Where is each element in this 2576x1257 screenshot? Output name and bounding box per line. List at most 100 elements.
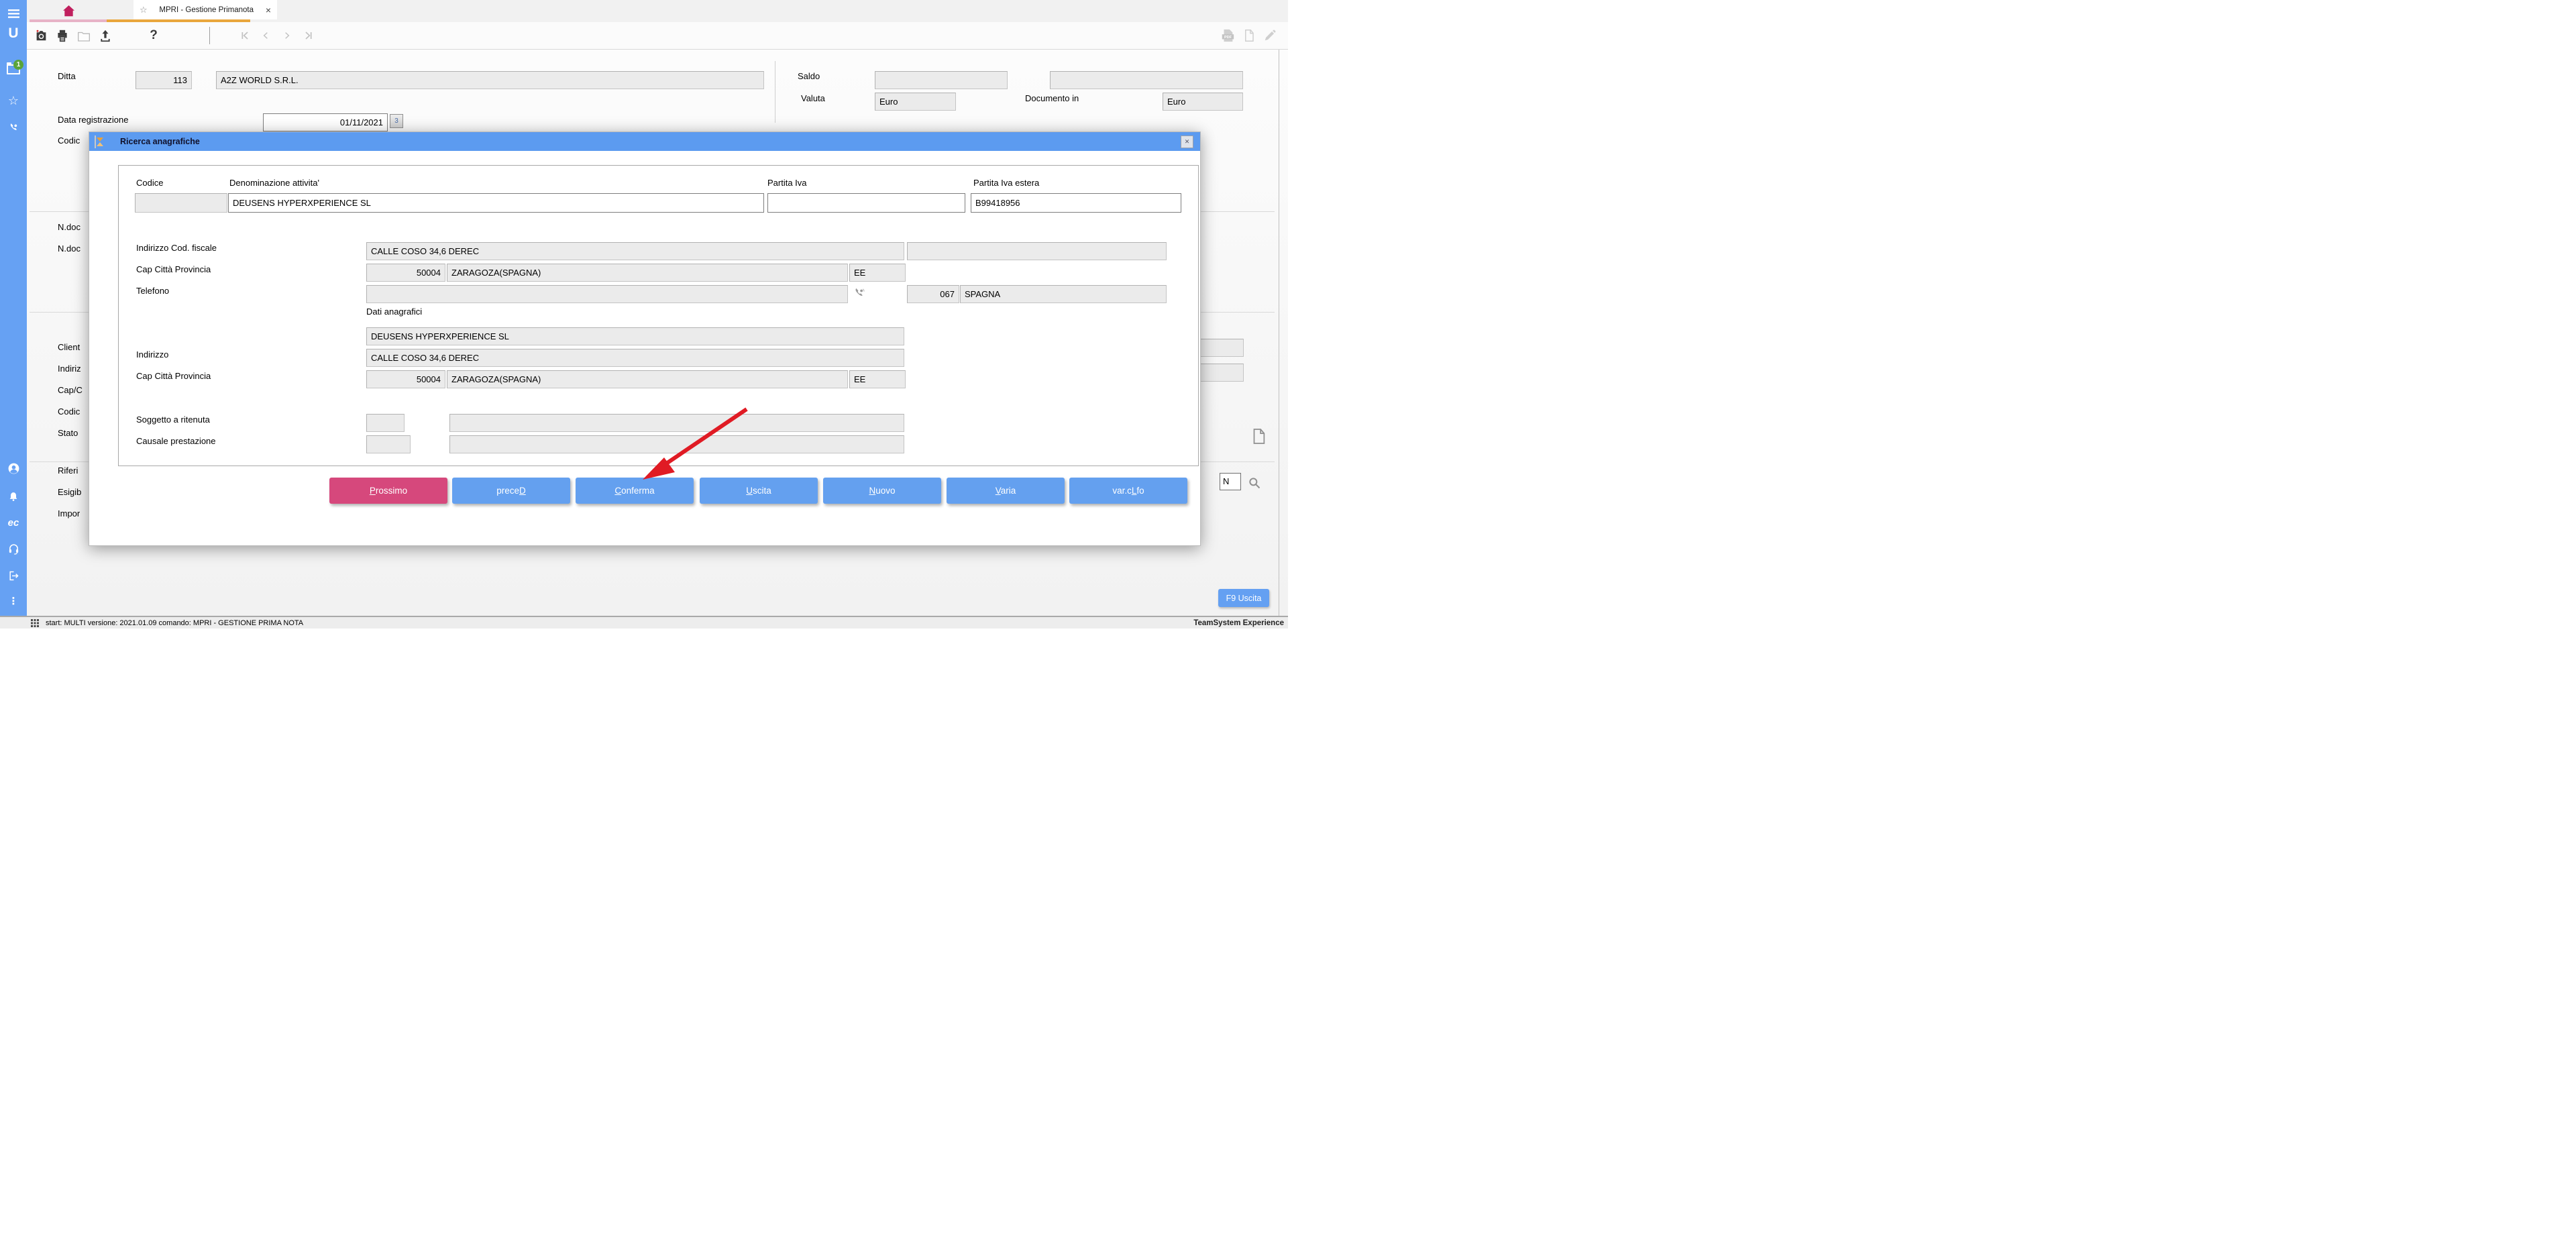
notifications-folder-icon[interactable]: 1 <box>0 62 27 76</box>
nav-next-icon[interactable] <box>278 22 297 49</box>
uscita-button[interactable]: Uscita <box>700 478 818 504</box>
tab-close-icon[interactable]: × <box>266 5 271 15</box>
hamburger-menu-icon[interactable] <box>0 7 27 20</box>
valuta-field[interactable]: Euro <box>875 93 956 111</box>
soggetto-descrizione-field[interactable] <box>449 414 904 432</box>
upload-export-icon[interactable] <box>96 22 115 49</box>
indirizzo-estero-field[interactable] <box>907 242 1167 260</box>
telefono-label: Telefono <box>136 286 169 296</box>
provincia-field[interactable]: EE <box>849 264 906 282</box>
nav-last-icon[interactable] <box>299 22 318 49</box>
export-pdf-icon[interactable]: PDF <box>1218 22 1237 49</box>
user-profile-icon[interactable] <box>0 461 27 475</box>
calendar-icon[interactable]: 3 <box>390 114 403 128</box>
soggetto-a-ritenuta-label: Soggetto a ritenuta <box>136 415 210 425</box>
partita-iva-field[interactable] <box>767 193 965 213</box>
indirizzo-label: Indirizzo <box>136 349 168 360</box>
bg-label-codice: Codic <box>58 135 80 146</box>
contact-phone-icon[interactable] <box>0 121 27 134</box>
home-button[interactable] <box>56 3 80 19</box>
nazione-field[interactable]: SPAGNA <box>960 285 1167 303</box>
nuovo-button[interactable]: Nuovo <box>823 478 941 504</box>
brand-label: TeamSystem Experience <box>1193 619 1284 627</box>
more-options-dots-icon[interactable]: ⋮ <box>0 594 27 608</box>
edit-pencil-icon[interactable] <box>1260 22 1279 49</box>
screenshot-camera-icon[interactable] <box>32 22 50 49</box>
phone-icon[interactable] <box>853 286 866 303</box>
partita-iva-estera-label: Partita Iva estera <box>973 178 1039 188</box>
denominazione-field[interactable]: DEUSENS HYPERXPERIENCE SL <box>228 193 764 213</box>
dati-anagrafici-label: Dati anagrafici <box>366 307 422 317</box>
bg-label-codice2: Codic <box>58 406 80 417</box>
ricerca-anagrafiche-modal: Ricerca anagrafiche ✕ Codice Denominazio… <box>89 131 1201 546</box>
favorites-star-icon[interactable]: ☆ <box>0 94 27 107</box>
top-tab-bar: ☆ MPRI - Gestione Primanota × <box>27 0 1288 22</box>
ditta-code-field[interactable]: 113 <box>136 71 192 89</box>
prossimo-button[interactable]: Prossimo <box>329 478 447 504</box>
help-icon[interactable]: ? <box>144 22 163 49</box>
saldo-secondary-field[interactable] <box>1050 71 1243 89</box>
causale-prestazione-label: Causale prestazione <box>136 436 216 446</box>
search-magnifier-icon[interactable] <box>1248 476 1261 493</box>
codice-field[interactable] <box>135 193 227 213</box>
partita-iva-estera-field[interactable]: B99418956 <box>971 193 1181 213</box>
dati-cap-field[interactable]: 50004 <box>366 370 445 388</box>
nav-previous-icon[interactable] <box>256 22 275 49</box>
tab-title: MPRI - Gestione Primanota <box>148 6 266 14</box>
open-folder-icon[interactable] <box>74 22 93 49</box>
bg-label-riferimento: Riferi <box>58 466 78 476</box>
notification-badge: 1 <box>13 60 23 70</box>
precedente-button[interactable]: preceD <box>452 478 570 504</box>
citta-field[interactable]: ZARAGOZA(SPAGNA) <box>447 264 848 282</box>
tab-gestione-primanota[interactable]: ☆ MPRI - Gestione Primanota × <box>133 0 277 19</box>
saldo-field[interactable] <box>875 71 1008 89</box>
prefisso-internazionale-field[interactable]: 067 <box>907 285 959 303</box>
svg-text:PDF: PDF <box>1224 36 1232 40</box>
varia-button[interactable]: Varia <box>947 478 1065 504</box>
data-registrazione-field[interactable]: 01/11/2021 <box>263 113 388 131</box>
bg-label-ndoc1: N.doc <box>58 222 80 232</box>
documento-in-label: Documento in <box>1025 93 1079 103</box>
bg-label-stato: Stato <box>58 428 78 438</box>
modal-title-bar[interactable]: Ricerca anagrafiche ✕ <box>89 132 1200 151</box>
modal-title: Ricerca anagrafiche <box>120 137 200 146</box>
causale-descrizione-field[interactable] <box>449 435 904 453</box>
notifications-bell-icon[interactable] <box>0 490 27 503</box>
toolbar-separator <box>209 27 210 44</box>
support-headset-icon[interactable] <box>0 542 27 555</box>
new-document-icon[interactable] <box>1240 22 1258 49</box>
bg-label-cliente: Client <box>58 342 80 352</box>
telefono-field[interactable] <box>366 285 848 303</box>
ec-logo-icon[interactable]: ec <box>0 515 27 530</box>
bg-label-importo: Impor <box>58 508 80 518</box>
dati-provincia-field[interactable]: EE <box>849 370 906 388</box>
conferma-button[interactable]: Conferma <box>576 478 694 504</box>
dati-denominazione-field[interactable]: DEUSENS HYPERXPERIENCE SL <box>366 327 904 345</box>
valuta-label: Valuta <box>801 93 825 103</box>
logout-exit-icon[interactable] <box>0 569 27 582</box>
status-text: start: MULTI versione: 2021.01.09 comand… <box>46 619 303 627</box>
soggetto-a-ritenuta-field[interactable] <box>366 414 405 432</box>
nav-first-icon[interactable] <box>235 22 254 49</box>
grid-menu-icon[interactable] <box>31 619 39 627</box>
indirizzo-cod-fiscale-field[interactable]: CALLE COSO 34,6 DEREC <box>366 242 904 260</box>
cap-field[interactable]: 50004 <box>366 264 445 282</box>
status-bar: start: MULTI versione: 2021.01.09 comand… <box>0 616 1288 628</box>
dati-citta-field[interactable]: ZARAGOZA(SPAGNA) <box>447 370 848 388</box>
print-icon[interactable] <box>53 22 72 49</box>
flag-n-field[interactable]: N <box>1220 473 1241 490</box>
codice-label: Codice <box>136 178 163 188</box>
modal-close-icon[interactable]: ✕ <box>1181 135 1193 148</box>
cap-citta-provincia-label: Cap Città Provincia <box>136 264 211 274</box>
saldo-label: Saldo <box>798 71 820 81</box>
f9-uscita-button[interactable]: F9 Uscita <box>1218 589 1269 607</box>
ditta-name-field[interactable]: A2Z WORLD S.R.L. <box>216 71 764 89</box>
bg-label-ndoc2: N.doc <box>58 243 80 254</box>
var-clfo-button[interactable]: var.cLfo <box>1069 478 1187 504</box>
tab-star-icon[interactable]: ☆ <box>140 5 148 15</box>
ditta-label: Ditta <box>58 71 76 81</box>
causale-prestazione-field[interactable] <box>366 435 411 453</box>
dati-indirizzo-field[interactable]: CALLE COSO 34,6 DEREC <box>366 349 904 367</box>
documento-in-field[interactable]: Euro <box>1163 93 1243 111</box>
document-page-icon[interactable] <box>1252 428 1266 448</box>
